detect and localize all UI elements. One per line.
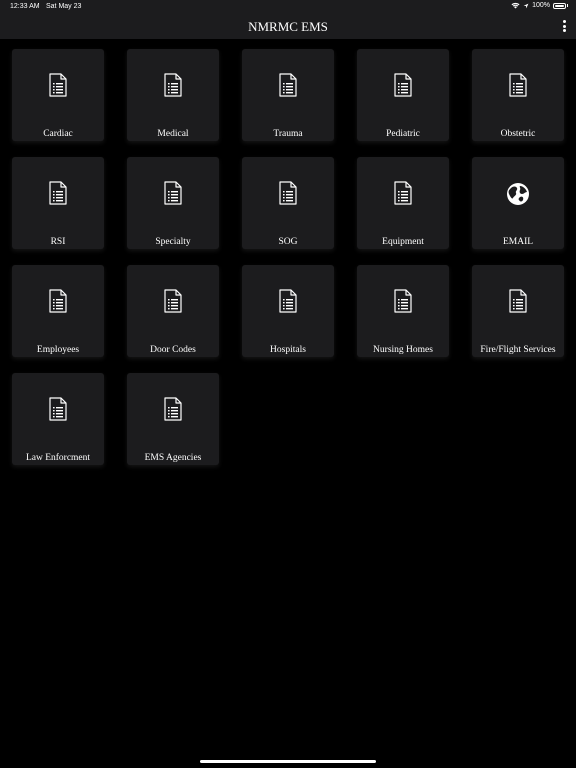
nav-bar: NMRMC EMS (0, 14, 576, 39)
tile-law-enforcment[interactable]: Law Enforcment (12, 373, 104, 465)
tile-sog[interactable]: SOG (242, 157, 334, 249)
document-icon (163, 289, 183, 313)
tile-label: Door Codes (150, 345, 196, 355)
document-icon (48, 397, 68, 421)
document-icon (163, 181, 183, 205)
tile-email[interactable]: EMAIL (472, 157, 564, 249)
document-icon (393, 181, 413, 205)
document-icon (48, 181, 68, 205)
tile-label: Pediatric (386, 129, 420, 139)
tile-label: RSI (50, 237, 66, 247)
document-icon (278, 181, 298, 205)
document-icon (48, 73, 68, 97)
tile-pediatric[interactable]: Pediatric (357, 49, 449, 141)
battery-percent: 100% (532, 2, 550, 9)
tile-cardiac[interactable]: Cardiac (12, 49, 104, 141)
tile-employees[interactable]: Employees (12, 265, 104, 357)
tile-label: Equipment (382, 237, 424, 247)
battery-tip (567, 4, 568, 7)
tile-ems-agencies[interactable]: EMS Agencies (127, 373, 219, 465)
tile-label: Law Enforcment (25, 453, 91, 463)
status-bar: 12:33 AM Sat May 23 100% (0, 0, 576, 14)
tile-door-codes[interactable]: Door Codes (127, 265, 219, 357)
tile-specialty[interactable]: Specialty (127, 157, 219, 249)
tile-trauma[interactable]: Trauma (242, 49, 334, 141)
home-indicator[interactable] (200, 760, 376, 763)
tile-fire-flight-services[interactable]: Fire/Flight Services (472, 265, 564, 357)
more-vertical-icon[interactable] (560, 18, 568, 34)
document-icon (163, 73, 183, 97)
status-time: 12:33 AM (10, 3, 40, 10)
tile-hospitals[interactable]: Hospitals (242, 265, 334, 357)
document-icon (393, 73, 413, 97)
page-title: NMRMC EMS (248, 19, 328, 34)
tile-label: Nursing Homes (373, 345, 433, 355)
status-indicators: 100% (511, 2, 568, 9)
document-icon (508, 73, 528, 97)
tile-label: Trauma (273, 129, 303, 139)
tile-label: Employees (36, 345, 80, 355)
document-icon (163, 397, 183, 421)
tile-rsi[interactable]: RSI (12, 157, 104, 249)
status-date: Sat May 23 (46, 3, 82, 10)
tile-label: SOG (278, 237, 298, 247)
screen: 12:33 AM Sat May 23 100% NMRMC EMS Cardi… (0, 0, 576, 768)
tile-label: Hospitals (270, 345, 306, 355)
wifi-icon (511, 2, 520, 9)
document-icon (508, 289, 528, 313)
tile-nursing-homes[interactable]: Nursing Homes (357, 265, 449, 357)
location-icon (523, 3, 529, 9)
tile-label: EMS Agencies (144, 453, 202, 463)
document-icon (48, 289, 68, 313)
document-icon (278, 289, 298, 313)
tile-label: Fire/Flight Services (480, 345, 556, 355)
document-icon (278, 73, 298, 97)
tile-label: Cardiac (43, 129, 73, 139)
tile-label: EMAIL (502, 237, 534, 247)
tile-medical[interactable]: Medical (127, 49, 219, 141)
battery-icon (553, 2, 566, 9)
document-icon (393, 289, 413, 313)
tile-label: Obstetric (500, 129, 536, 139)
globe-icon (506, 182, 529, 206)
tile-obstetric[interactable]: Obstetric (472, 49, 564, 141)
tile-label: Specialty (155, 237, 191, 247)
tile-label: Medical (157, 129, 189, 139)
tile-equipment[interactable]: Equipment (357, 157, 449, 249)
